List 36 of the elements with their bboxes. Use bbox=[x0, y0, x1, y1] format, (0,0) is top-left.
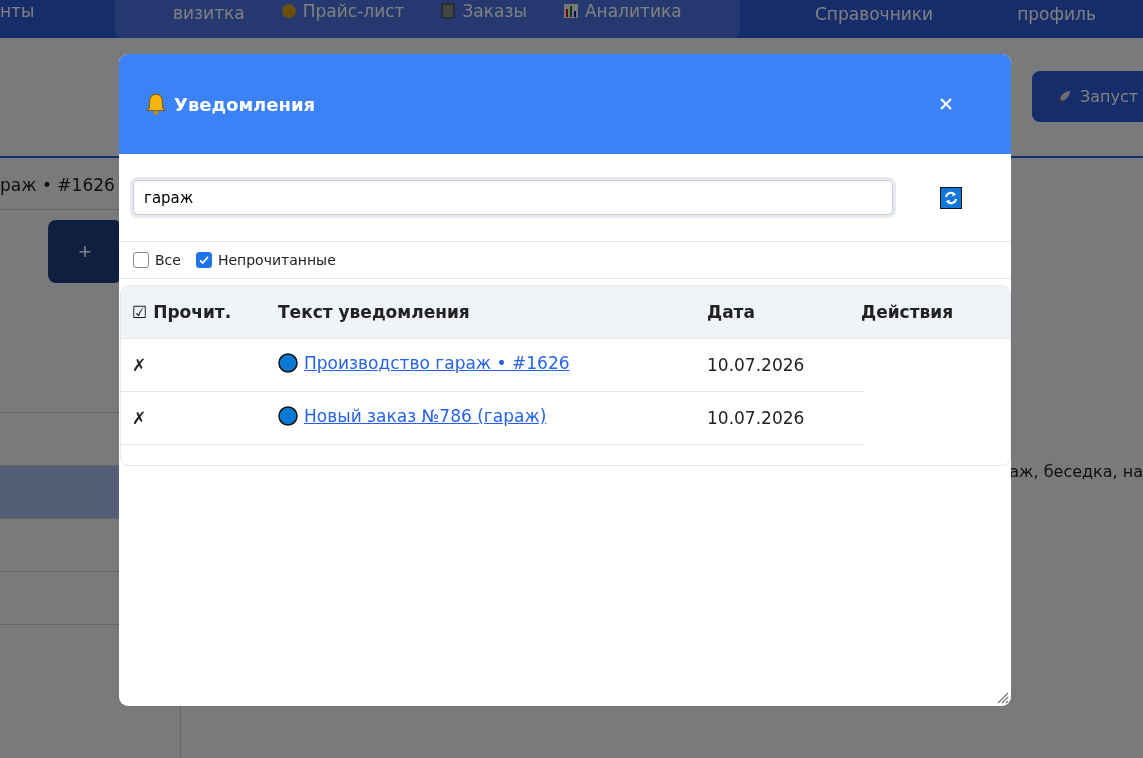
refresh-icon[interactable] bbox=[940, 186, 962, 209]
nav-link[interactable]: Заказы bbox=[440, 1, 527, 21]
coin-icon bbox=[280, 3, 297, 19]
dot-icon bbox=[278, 353, 298, 373]
bell-icon bbox=[145, 92, 167, 116]
nav-link[interactable]: нты bbox=[0, 1, 110, 21]
date-cell-text: 10.07.2026 bbox=[707, 408, 806, 428]
read-status: ✗ bbox=[131, 408, 148, 428]
nav-link[interactable]: визитка bbox=[173, 3, 245, 23]
notification-link[interactable]: Производство гараж • #1626 bbox=[278, 353, 570, 373]
add-button[interactable]: + bbox=[48, 220, 122, 283]
dot-icon bbox=[278, 406, 298, 426]
nav-link[interactable]: Аналитика bbox=[562, 1, 682, 21]
column-header: Дата bbox=[707, 302, 756, 322]
checkbox[interactable] bbox=[133, 252, 149, 268]
date-cell-text: 10.07.2026 bbox=[707, 355, 806, 375]
search-field[interactable]: гараж bbox=[133, 180, 893, 215]
launch-button[interactable]: Запуст bbox=[1032, 71, 1143, 122]
column-header: Текст уведомления bbox=[278, 302, 471, 322]
rocket-icon bbox=[1056, 88, 1072, 105]
resize-grip-icon[interactable] bbox=[995, 690, 1009, 704]
message-text: аж, беседка, на bbox=[1009, 462, 1143, 481]
clipboard-icon bbox=[440, 3, 457, 19]
read-status: ✗ bbox=[131, 355, 148, 375]
nav-link[interactable]: профиль bbox=[1017, 4, 1096, 24]
checkbox-label: Все bbox=[155, 252, 181, 268]
checkbox-label: Непрочитанные bbox=[217, 252, 336, 268]
column-header: Действия bbox=[861, 302, 954, 322]
dialog-title: Уведомления bbox=[174, 93, 316, 115]
nav-link[interactable]: Справочники bbox=[815, 4, 934, 24]
column-header: ☑ Прочит. bbox=[131, 302, 233, 322]
chart-icon bbox=[562, 3, 579, 19]
notification-link[interactable]: Новый заказ №786 (гараж) bbox=[278, 406, 547, 426]
close-icon[interactable] bbox=[939, 97, 953, 111]
nav-link[interactable]: Прайс-лист bbox=[280, 1, 405, 21]
checkbox[interactable] bbox=[195, 252, 212, 268]
